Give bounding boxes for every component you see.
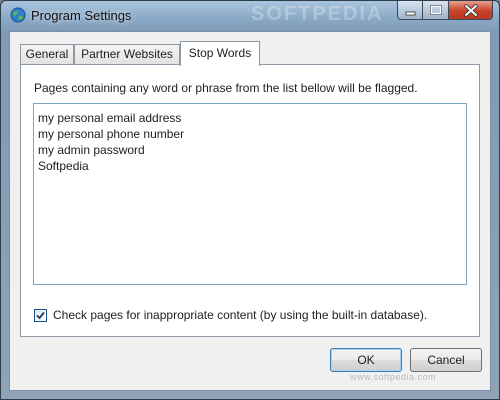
program-settings-window: Program Settings SOFTPEDIA General Partn… bbox=[0, 0, 500, 400]
stop-words-textarea[interactable]: my personal email address my personal ph… bbox=[33, 103, 467, 285]
stop-word-line: my admin password bbox=[38, 143, 145, 157]
tab-general[interactable]: General bbox=[20, 44, 74, 64]
caption-buttons bbox=[397, 1, 493, 21]
tab-partner-websites[interactable]: Partner Websites bbox=[74, 44, 180, 64]
minimize-icon bbox=[405, 11, 416, 16]
tab-stop-words[interactable]: Stop Words bbox=[180, 41, 260, 66]
stop-word-line: my personal phone number bbox=[38, 127, 185, 141]
maximize-icon bbox=[430, 5, 442, 15]
window-title: Program Settings bbox=[31, 8, 132, 23]
minimize-button[interactable] bbox=[397, 1, 423, 20]
inappropriate-content-option[interactable]: Check pages for inappropriate content (b… bbox=[34, 308, 427, 322]
stop-word-line: my personal email address bbox=[38, 111, 182, 125]
inappropriate-content-checkbox[interactable] bbox=[34, 308, 47, 322]
cancel-button[interactable]: Cancel bbox=[410, 348, 482, 372]
close-icon bbox=[464, 4, 478, 17]
stop-words-panel: Pages containing any word or phrase from… bbox=[20, 64, 480, 337]
maximize-button[interactable] bbox=[423, 1, 449, 20]
checkmark-icon bbox=[36, 311, 45, 319]
close-button[interactable] bbox=[449, 1, 493, 20]
inappropriate-content-label: Check pages for inappropriate content (b… bbox=[53, 308, 428, 322]
title-bar[interactable]: Program Settings SOFTPEDIA bbox=[1, 1, 499, 31]
footer-watermark: www.softpedia.com bbox=[350, 372, 437, 382]
stop-words-description: Pages containing any word or phrase from… bbox=[34, 81, 418, 95]
stop-word-line: Softpedia bbox=[38, 159, 89, 173]
ok-button[interactable]: OK bbox=[330, 348, 402, 372]
title-watermark: SOFTPEDIA bbox=[251, 3, 384, 25]
dialog-client-area: General Partner Websites Stop Words Page… bbox=[9, 31, 491, 391]
globe-icon bbox=[10, 7, 26, 23]
